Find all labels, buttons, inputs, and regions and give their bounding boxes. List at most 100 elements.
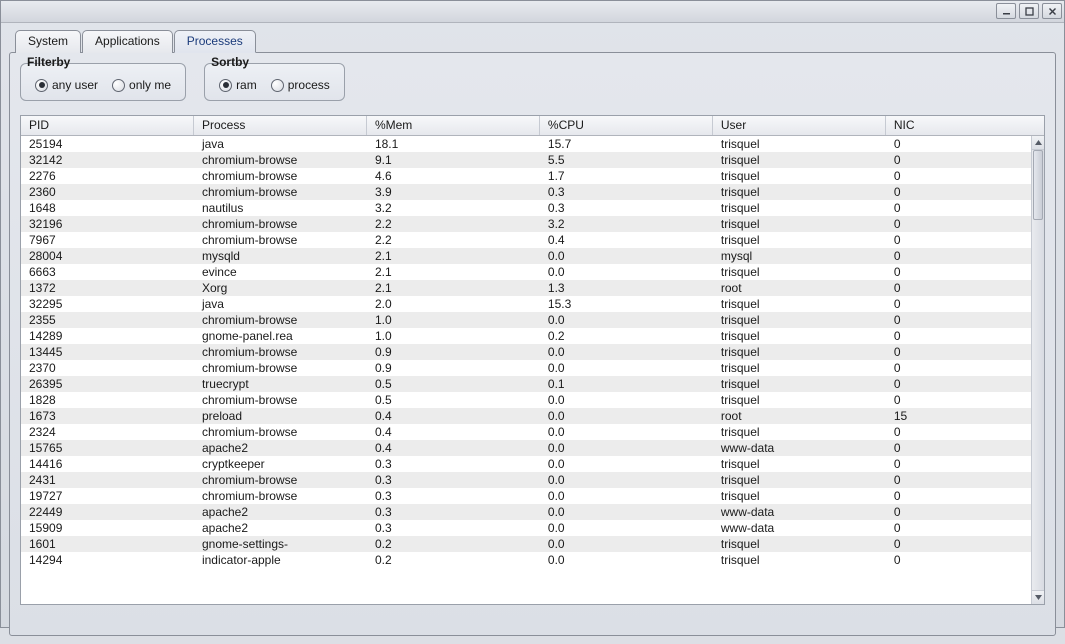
maximize-button[interactable] (1019, 3, 1039, 19)
cell-cpu: 5.5 (540, 153, 713, 167)
process-table: PID Process %Mem %CPU User NIC 25194java… (20, 115, 1045, 605)
cell-pid: 2431 (21, 473, 194, 487)
cell-user: trisquel (713, 393, 886, 407)
cell-cpu: 0.0 (540, 265, 713, 279)
col-nic[interactable]: NIC (886, 116, 1044, 135)
table-row[interactable]: 2324chromium-browse0.40.0trisquel0 (21, 424, 1044, 440)
radio-process[interactable]: process (271, 78, 330, 92)
table-row[interactable]: 2431chromium-browse0.30.0trisquel0 (21, 472, 1044, 488)
vertical-scrollbar[interactable] (1031, 136, 1044, 604)
cell-cpu: 0.1 (540, 377, 713, 391)
radio-any-user[interactable]: any user (35, 78, 98, 92)
cell-nic: 0 (886, 297, 1044, 311)
cell-pid: 2276 (21, 169, 194, 183)
cell-cpu: 0.3 (540, 185, 713, 199)
cell-process: preload (194, 409, 367, 423)
table-row[interactable]: 19727chromium-browse0.30.0trisquel0 (21, 488, 1044, 504)
cell-cpu: 15.7 (540, 137, 713, 151)
cell-mem: 0.3 (367, 505, 540, 519)
cell-user: trisquel (713, 217, 886, 231)
scroll-down-icon[interactable] (1032, 590, 1044, 604)
cell-nic: 0 (886, 377, 1044, 391)
radio-ram[interactable]: ram (219, 78, 257, 92)
cell-user: trisquel (713, 233, 886, 247)
cell-pid: 26395 (21, 377, 194, 391)
tab-applications[interactable]: Applications (82, 30, 173, 53)
controls-row: Filterby any user only me Sortby (20, 63, 1045, 101)
radio-label: only me (129, 78, 171, 92)
cell-cpu: 0.0 (540, 457, 713, 471)
cell-mem: 0.3 (367, 521, 540, 535)
cell-nic: 0 (886, 201, 1044, 215)
table-row[interactable]: 15909apache20.30.0www-data0 (21, 520, 1044, 536)
table-row[interactable]: 2370chromium-browse0.90.0trisquel0 (21, 360, 1044, 376)
table-row[interactable]: 26395truecrypt0.50.1trisquel0 (21, 376, 1044, 392)
cell-process: chromium-browse (194, 217, 367, 231)
cell-process: java (194, 297, 367, 311)
table-row[interactable]: 2276chromium-browse4.61.7trisquel0 (21, 168, 1044, 184)
scroll-up-icon[interactable] (1032, 136, 1044, 150)
cell-process: java (194, 137, 367, 151)
table-row[interactable]: 15765apache20.40.0www-data0 (21, 440, 1044, 456)
cell-process: truecrypt (194, 377, 367, 391)
cell-nic: 0 (886, 457, 1044, 471)
cell-process: gnome-settings- (194, 537, 367, 551)
cell-process: chromium-browse (194, 345, 367, 359)
cell-mem: 1.0 (367, 313, 540, 327)
col-process[interactable]: Process (194, 116, 367, 135)
cell-nic: 0 (886, 233, 1044, 247)
table-row[interactable]: 14289gnome-panel.rea1.00.2trisquel0 (21, 328, 1044, 344)
cell-process: chromium-browse (194, 393, 367, 407)
cell-mem: 2.1 (367, 249, 540, 263)
table-row[interactable]: 32142chromium-browse9.15.5trisquel0 (21, 152, 1044, 168)
table-row[interactable]: 14416cryptkeeper0.30.0trisquel0 (21, 456, 1044, 472)
cell-pid: 28004 (21, 249, 194, 263)
table-row[interactable]: 1372Xorg2.11.3root0 (21, 280, 1044, 296)
cell-pid: 1372 (21, 281, 194, 295)
col-pid[interactable]: PID (21, 116, 194, 135)
cell-nic: 0 (886, 553, 1044, 567)
table-row[interactable]: 32196chromium-browse2.23.2trisquel0 (21, 216, 1044, 232)
table-row[interactable]: 1673preload0.40.0root15 (21, 408, 1044, 424)
radio-only-me[interactable]: only me (112, 78, 171, 92)
table-row[interactable]: 22449apache20.30.0www-data0 (21, 504, 1044, 520)
table-row[interactable]: 2360chromium-browse3.90.3trisquel0 (21, 184, 1044, 200)
radio-icon (219, 79, 232, 92)
col-user[interactable]: User (713, 116, 886, 135)
cell-pid: 1673 (21, 409, 194, 423)
cell-process: nautilus (194, 201, 367, 215)
cell-nic: 0 (886, 473, 1044, 487)
tab-system[interactable]: System (15, 30, 81, 53)
table-row[interactable]: 28004mysqld2.10.0mysql0 (21, 248, 1044, 264)
cell-process: apache2 (194, 441, 367, 455)
table-row[interactable]: 14294indicator-apple0.20.0trisquel0 (21, 552, 1044, 568)
table-row[interactable]: 1648nautilus3.20.3trisquel0 (21, 200, 1044, 216)
table-row[interactable]: 25194java18.115.7trisquel0 (21, 136, 1044, 152)
minimize-button[interactable] (996, 3, 1016, 19)
cell-process: cryptkeeper (194, 457, 367, 471)
table-row[interactable]: 7967chromium-browse2.20.4trisquel0 (21, 232, 1044, 248)
col-mem[interactable]: %Mem (367, 116, 540, 135)
radio-icon (271, 79, 284, 92)
col-cpu[interactable]: %CPU (540, 116, 713, 135)
table-row[interactable]: 6663evince2.10.0trisquel0 (21, 264, 1044, 280)
cell-process: gnome-panel.rea (194, 329, 367, 343)
table-row[interactable]: 13445chromium-browse0.90.0trisquel0 (21, 344, 1044, 360)
cell-pid: 19727 (21, 489, 194, 503)
tab-processes[interactable]: Processes (174, 30, 256, 53)
table-row[interactable]: 1828chromium-browse0.50.0trisquel0 (21, 392, 1044, 408)
cell-cpu: 0.0 (540, 393, 713, 407)
close-button[interactable] (1042, 3, 1062, 19)
cell-mem: 4.6 (367, 169, 540, 183)
table-row[interactable]: 32295java2.015.3trisquel0 (21, 296, 1044, 312)
scroll-track[interactable] (1032, 150, 1044, 590)
cell-nic: 0 (886, 217, 1044, 231)
table-row[interactable]: 2355chromium-browse1.00.0trisquel0 (21, 312, 1044, 328)
table-row[interactable]: 1601gnome-settings-0.20.0trisquel0 (21, 536, 1044, 552)
scroll-thumb[interactable] (1033, 150, 1043, 220)
radio-icon (35, 79, 48, 92)
cell-mem: 0.5 (367, 393, 540, 407)
cell-nic: 0 (886, 393, 1044, 407)
cell-user: trisquel (713, 489, 886, 503)
cell-pid: 32142 (21, 153, 194, 167)
